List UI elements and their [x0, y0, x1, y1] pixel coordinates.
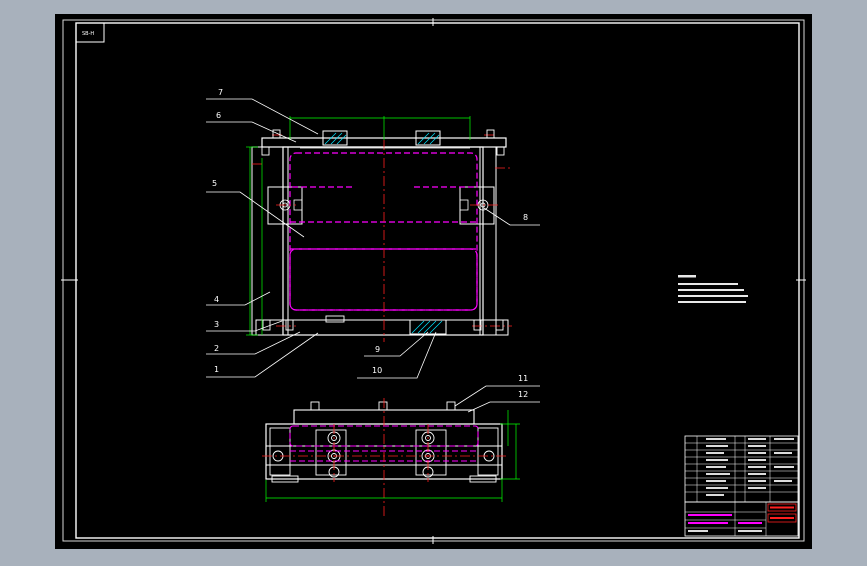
balloon-5: 5: [212, 179, 217, 188]
balloon-2: 2: [214, 344, 219, 353]
balloon-10: 10: [372, 366, 382, 375]
balloon-3: 3: [214, 320, 219, 329]
balloon-12: 12: [518, 390, 528, 399]
cad-viewport[interactable]: SB-H 7 6 5 4 3 2 1 8 9 10 11 12: [0, 0, 867, 562]
balloon-6: 6: [216, 111, 221, 120]
balloon-9: 9: [375, 345, 380, 354]
model-space[interactable]: [55, 14, 812, 549]
drawing-tag: SB-H: [82, 31, 94, 37]
balloon-8: 8: [523, 213, 528, 222]
drawing-canvas[interactable]: SB-H 7 6 5 4 3 2 1 8 9 10 11 12: [0, 0, 867, 562]
balloon-11: 11: [518, 374, 528, 383]
balloon-1: 1: [214, 365, 219, 374]
balloon-7: 7: [218, 88, 223, 97]
balloon-4: 4: [214, 295, 219, 304]
